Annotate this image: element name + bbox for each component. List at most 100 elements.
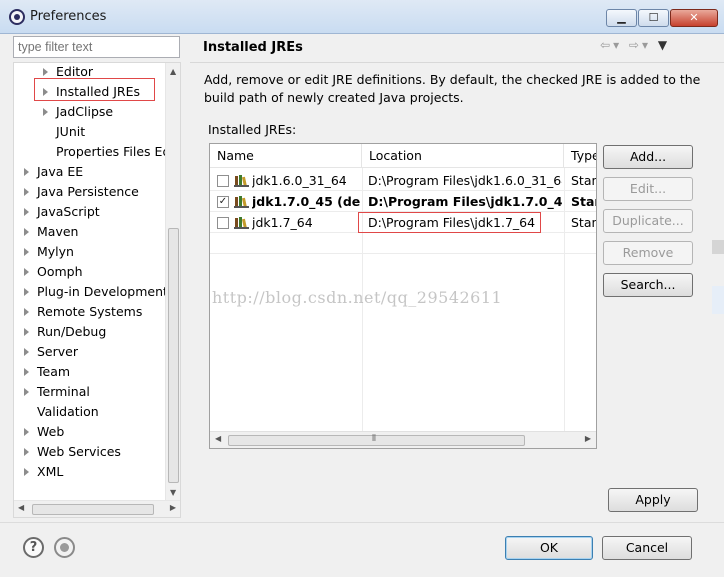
jre-default-checkbox[interactable] bbox=[217, 217, 229, 229]
jre-library-icon bbox=[234, 196, 249, 208]
jre-library-icon bbox=[234, 175, 249, 187]
tree-item-terminal[interactable]: Terminal bbox=[24, 382, 90, 402]
edit-button[interactable]: Edit... bbox=[603, 177, 693, 201]
tree-item-maven[interactable]: Maven bbox=[24, 222, 78, 242]
tree-item-validation[interactable]: Validation bbox=[24, 402, 99, 422]
tree-item-label: JUnit bbox=[56, 124, 86, 139]
footer-divider bbox=[0, 522, 724, 523]
back-dropdown-icon[interactable]: ▾ bbox=[613, 38, 622, 52]
tree-scroll-thumb[interactable] bbox=[168, 228, 179, 483]
jre-default-checkbox[interactable]: ✓ bbox=[217, 196, 229, 208]
duplicate-button[interactable]: Duplicate... bbox=[603, 209, 693, 233]
tree-item-run-debug[interactable]: Run/Debug bbox=[24, 322, 106, 342]
expand-arrow-icon[interactable] bbox=[24, 208, 29, 216]
minimize-button[interactable]: ▁ bbox=[606, 9, 637, 27]
column-header-type[interactable]: Type bbox=[564, 144, 596, 168]
tree-hscroll-thumb[interactable] bbox=[32, 504, 154, 515]
cancel-button[interactable]: Cancel bbox=[602, 536, 692, 560]
tree-item-mylyn[interactable]: Mylyn bbox=[24, 242, 74, 262]
tree-item-label: Oomph bbox=[37, 264, 83, 279]
expand-arrow-icon[interactable] bbox=[24, 188, 29, 196]
tree-item-label: Plug-in Development bbox=[37, 284, 168, 299]
tree-item-label: Web Services bbox=[37, 444, 121, 459]
help-icon[interactable]: ? bbox=[23, 537, 44, 558]
expand-arrow-icon[interactable] bbox=[24, 368, 29, 376]
expand-arrow-icon[interactable] bbox=[24, 288, 29, 296]
view-menu-icon[interactable]: ▼ bbox=[658, 38, 670, 52]
tree-item-label: Java EE bbox=[37, 164, 84, 179]
tree-item-label: Properties Files Ed bbox=[56, 144, 171, 159]
installed-jres-label: Installed JREs: bbox=[208, 122, 297, 137]
expand-arrow-icon[interactable] bbox=[43, 108, 48, 116]
tree-horizontal-scrollbar[interactable]: ◀ ▶ bbox=[14, 500, 180, 517]
tree-item-javascript[interactable]: JavaScript bbox=[24, 202, 100, 222]
table-row[interactable]: jdk1.6.0_31_64 D:\Program Files\jdk1.6.0_… bbox=[210, 170, 596, 191]
scroll-down-icon[interactable]: ▼ bbox=[170, 488, 176, 497]
search-button[interactable]: Search... bbox=[603, 273, 693, 297]
tree-item-java-persistence[interactable]: Java Persistence bbox=[24, 182, 139, 202]
expand-arrow-icon[interactable] bbox=[43, 68, 48, 76]
tree-item-label: Maven bbox=[37, 224, 79, 239]
jre-type-cell: Star bbox=[571, 194, 596, 209]
preferences-window: Preferences ▁ ☐ ✕ Editor Installed JREs Ja… bbox=[0, 0, 724, 577]
expand-arrow-icon[interactable] bbox=[24, 268, 29, 276]
expand-arrow-icon[interactable] bbox=[24, 468, 29, 476]
tree-item-server[interactable]: Server bbox=[24, 342, 78, 362]
tree-item-web[interactable]: Web bbox=[24, 422, 64, 442]
expand-arrow-icon[interactable] bbox=[24, 328, 29, 336]
tree-item-jadclipse[interactable]: JadClipse bbox=[43, 102, 113, 122]
tree-item-junit[interactable]: JUnit bbox=[43, 122, 85, 142]
forward-arrow-icon[interactable]: ⇨ bbox=[629, 38, 642, 52]
watermark-text: http://blog.csdn.net/qq_29542611 bbox=[212, 288, 503, 307]
expand-arrow-icon[interactable] bbox=[24, 308, 29, 316]
tree-item-xml[interactable]: XML bbox=[24, 462, 63, 482]
tree-item-java-ee[interactable]: Java EE bbox=[24, 162, 83, 182]
apply-button[interactable]: Apply bbox=[608, 488, 698, 512]
tree-item-label: Validation bbox=[37, 404, 99, 419]
scroll-left-icon[interactable]: ◀ bbox=[18, 503, 24, 512]
tree-item-label: JavaScript bbox=[37, 204, 100, 219]
scroll-right-icon[interactable]: ▶ bbox=[170, 503, 176, 512]
tree-item-label: Run/Debug bbox=[37, 324, 107, 339]
scroll-left-icon[interactable]: ◀ bbox=[215, 434, 221, 443]
expand-arrow-icon[interactable] bbox=[24, 348, 29, 356]
background-window-fragment bbox=[712, 240, 724, 254]
close-button[interactable]: ✕ bbox=[670, 9, 718, 27]
tree-item-web-services[interactable]: Web Services bbox=[24, 442, 121, 462]
expand-arrow-icon[interactable] bbox=[24, 388, 29, 396]
column-gridline bbox=[564, 168, 565, 432]
jre-default-checkbox[interactable] bbox=[217, 175, 229, 187]
row-gridline bbox=[210, 190, 596, 191]
remove-button[interactable]: Remove bbox=[603, 241, 693, 265]
jre-library-icon bbox=[234, 217, 249, 229]
column-header-location[interactable]: Location bbox=[362, 144, 564, 168]
background-window-fragment bbox=[712, 286, 724, 314]
expand-arrow-icon[interactable] bbox=[24, 228, 29, 236]
scroll-up-icon[interactable]: ▲ bbox=[170, 67, 176, 76]
add-button[interactable]: Add... bbox=[603, 145, 693, 169]
import-export-icon[interactable] bbox=[54, 537, 75, 558]
tree-item-oomph[interactable]: Oomph bbox=[24, 262, 83, 282]
maximize-button[interactable]: ☐ bbox=[638, 9, 669, 27]
scroll-right-icon[interactable]: ▶ bbox=[585, 434, 591, 443]
jre-name-cell: jdk1.6.0_31_64 bbox=[252, 173, 347, 188]
expand-arrow-icon[interactable] bbox=[24, 428, 29, 436]
tree-item-plug-in-development[interactable]: Plug-in Development bbox=[24, 282, 168, 302]
column-header-name[interactable]: Name bbox=[210, 144, 362, 168]
tree-item-team[interactable]: Team bbox=[24, 362, 70, 382]
expand-arrow-icon[interactable] bbox=[24, 248, 29, 256]
row-gridline bbox=[210, 253, 596, 254]
tree-vertical-scrollbar[interactable]: ▲ ▼ bbox=[165, 63, 180, 501]
forward-dropdown-icon[interactable]: ▾ bbox=[642, 38, 651, 52]
header-divider bbox=[190, 62, 724, 63]
expand-arrow-icon[interactable] bbox=[24, 168, 29, 176]
expand-arrow-icon[interactable] bbox=[24, 448, 29, 456]
filter-input[interactable] bbox=[13, 36, 180, 58]
tree-item-remote-systems[interactable]: Remote Systems bbox=[24, 302, 142, 322]
back-arrow-icon[interactable]: ⇦ bbox=[600, 38, 613, 52]
table-horizontal-scrollbar[interactable]: ◀ ⦀ ▶ bbox=[210, 431, 596, 448]
ok-button[interactable]: OK bbox=[505, 536, 593, 560]
table-hscroll-thumb[interactable] bbox=[228, 435, 525, 446]
table-row[interactable]: ✓ jdk1.7.0_45 (def... D:\Program Files\jdk… bbox=[210, 191, 596, 212]
tree-item-properties-files-ed[interactable]: Properties Files Ed bbox=[43, 142, 170, 162]
